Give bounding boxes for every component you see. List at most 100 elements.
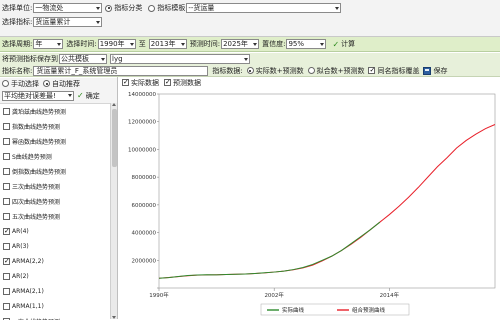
save-to-label: 将预测指标保存到 [2, 55, 58, 64]
index-name-label: 指标名称: [2, 66, 33, 75]
actual-forecast-radio[interactable] [246, 67, 254, 75]
chevron-down-icon [96, 20, 101, 24]
time-label: 选择时间: [66, 40, 97, 48]
forecast-data-label: 预测数据 [173, 78, 201, 87]
confidence-select[interactable]: 95% [286, 39, 327, 49]
time-to-select[interactable]: 2013年 [148, 39, 187, 49]
method-item[interactable]: AR(4) [0, 224, 117, 239]
scroll-thumb[interactable] [112, 109, 117, 167]
overwrite-checkbox[interactable] [368, 67, 376, 75]
method-item[interactable]: 倒指数曲线趋势预测 [0, 164, 117, 179]
chevron-down-icon [244, 57, 248, 61]
actual-data-label: 实际数据 [131, 78, 159, 87]
index-class-radio[interactable] [105, 4, 113, 12]
method-checkbox[interactable] [3, 213, 10, 220]
method-checkbox[interactable] [3, 288, 10, 295]
index-select[interactable]: 货运量累计 [33, 17, 103, 27]
check-icon[interactable]: ✓ [77, 91, 84, 100]
time-from-select[interactable]: 1990年 [97, 39, 136, 49]
method-checkbox[interactable] [3, 303, 10, 310]
method-checkbox[interactable] [3, 108, 10, 115]
template-select[interactable]: --货运量 [186, 3, 342, 13]
save-button[interactable]: 保存 [433, 66, 447, 76]
index-name-field[interactable]: 货运量累计_F_系统管理员 [33, 65, 209, 76]
method-label: 幂函数曲线趋势预测 [12, 139, 67, 146]
method-checkbox[interactable] [3, 258, 10, 265]
period-select[interactable]: 年 [33, 39, 64, 49]
method-checkbox[interactable] [3, 123, 10, 130]
chevron-down-icon [57, 42, 62, 46]
forecast-time-value: 2025年 [223, 40, 248, 48]
x-tick-label: 1990年 [149, 291, 169, 299]
forecast-data-checkbox[interactable] [164, 79, 171, 86]
method-label: ARMA(1,1) [12, 303, 44, 310]
method-label: AR(3) [12, 243, 29, 250]
scroll-up-icon[interactable] [112, 103, 116, 106]
y-tick-label: 12000000 [128, 120, 156, 126]
method-item[interactable]: 指数曲线趋势预测 [0, 119, 117, 134]
criterion-select[interactable]: 平均绝对误差最! [2, 90, 74, 101]
method-label: S曲线趋势预测 [12, 154, 52, 161]
calc-button[interactable]: 计算 [341, 39, 355, 49]
y-tick-label: 2000000 [132, 258, 157, 264]
time-from-value: 1990年 [99, 40, 125, 48]
auto-radio[interactable] [43, 80, 50, 87]
method-checkbox[interactable] [3, 183, 10, 190]
method-item[interactable]: ARMA(2,1) [0, 284, 117, 299]
index-template-label: 指标模板 [157, 4, 186, 12]
chevron-down-icon [320, 42, 325, 46]
filter-row-1: 选择单位: 一物流处 指标分类 指标模板 --货运量 [0, 2, 500, 14]
actual-data-checkbox[interactable] [122, 79, 129, 86]
method-checkbox[interactable] [3, 168, 10, 175]
chevron-down-icon [101, 57, 105, 61]
index-template-radio[interactable] [148, 4, 156, 12]
method-item[interactable]: 五次曲线趋势预测 [0, 209, 117, 224]
method-checkbox[interactable] [3, 153, 10, 160]
manual-radio[interactable] [2, 80, 9, 87]
method-checkbox[interactable] [3, 273, 10, 280]
unit-select[interactable]: 一物流处 [33, 3, 103, 13]
y-tick-label: 6000000 [132, 203, 157, 209]
method-item[interactable]: 一次曲线趋势预测 [0, 314, 117, 320]
save-bar: 将预测指标保存到 公共模板 lyg 指标名称: 货运量累计_F_系统管理员 指标… [0, 53, 500, 77]
method-list: 龚珀兹曲线趋势预测指数曲线趋势预测 幂函数曲线趋势预测 S曲线趋势预测倒指数曲线趋势… [0, 104, 117, 320]
save-to-select[interactable]: 公共模板 [59, 54, 107, 65]
chevron-down-icon [253, 42, 258, 46]
template-value: --货运量 [188, 4, 215, 12]
method-label: 三次曲线趋势预测 [12, 184, 61, 191]
method-item[interactable]: ARMA(2,2) [0, 254, 117, 269]
filter-bar: 选择单位: 一物流处 指标分类 指标模板 --货运量 选择指标: 货运量累计 [0, 0, 500, 37]
method-checkbox[interactable] [3, 138, 10, 145]
method-item[interactable]: ARMA(1,1) [0, 299, 117, 314]
x-tick-label: 2002年 [264, 291, 284, 299]
confirm-button[interactable]: 确定 [86, 91, 100, 101]
overwrite-label: 同名指标覆盖 [377, 66, 420, 75]
method-item[interactable]: 龚珀兹曲线趋势预测 [0, 104, 117, 119]
method-item[interactable]: AR(3) [0, 239, 117, 254]
x-tick-label: 2014年 [380, 291, 400, 299]
check-icon[interactable]: ✓ [332, 40, 339, 49]
method-label: 指数曲线趋势预测 [12, 124, 61, 131]
method-item[interactable]: 幂函数曲线趋势预测 [0, 134, 117, 149]
method-checkbox[interactable] [3, 228, 10, 235]
method-item[interactable]: 四次曲线趋势预测 [0, 194, 117, 209]
save-template-select[interactable]: lyg [110, 54, 250, 65]
method-item[interactable]: 三次曲线趋势预测 [0, 179, 117, 194]
forecast-time-select[interactable]: 2025年 [221, 39, 260, 49]
period-label: 选择周期: [2, 40, 33, 48]
method-label: 四次曲线趋势预测 [12, 199, 61, 206]
method-checkbox[interactable] [3, 198, 10, 205]
auto-label: 自动推荐 [52, 79, 80, 88]
index-label: 选择指标: [2, 18, 33, 26]
method-list-scrollbar[interactable] [110, 103, 117, 319]
y-tick-label: 8000000 [132, 175, 157, 181]
y-tick-label: 14000000 [128, 92, 156, 98]
method-item[interactable]: S曲线趋势预测 [0, 149, 117, 164]
save-icon[interactable] [423, 66, 432, 75]
time-to-value: 2013年 [150, 40, 176, 48]
method-item[interactable]: AR(2) [0, 269, 117, 284]
fit-forecast-radio[interactable] [307, 67, 315, 75]
confidence-value: 95% [288, 40, 304, 48]
method-checkbox[interactable] [3, 243, 10, 250]
chevron-down-icon [68, 94, 72, 97]
